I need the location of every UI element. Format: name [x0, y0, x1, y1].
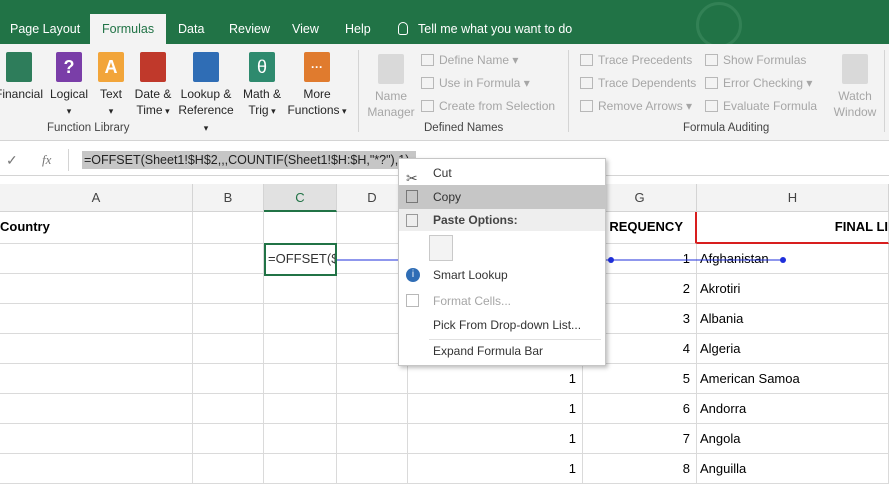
menu-item-expand-formula-bar[interactable]: Expand Formula Bar: [399, 339, 605, 363]
trace-arrow-dot: [780, 257, 786, 263]
menu-item-pick-list[interactable]: Pick From Drop-down List...: [399, 313, 605, 337]
cut-label: Cut: [433, 166, 452, 180]
menu-item-cut[interactable]: ✂ Cut: [399, 161, 605, 186]
trace-arrow-dot: [608, 257, 614, 263]
format-cells-icon: [406, 294, 419, 307]
context-menu: ✂ Cut Copy Paste Options: i Smart Lookup…: [398, 158, 606, 366]
menu-item-copy[interactable]: Copy: [399, 185, 605, 209]
paste-icon: [406, 214, 418, 227]
pick-list-label: Pick From Drop-down List...: [433, 318, 582, 332]
copy-label: Copy: [433, 190, 462, 204]
smart-lookup-label: Smart Lookup: [433, 268, 508, 282]
copy-icon: [406, 190, 418, 203]
paste-options-label: Paste Options:: [433, 213, 518, 227]
info-icon: i: [406, 268, 420, 282]
menu-item-smart-lookup[interactable]: i Smart Lookup: [399, 263, 605, 287]
paste-options-header: Paste Options:: [399, 209, 605, 231]
paste-clipboard-icon[interactable]: [429, 235, 453, 261]
format-cells-label: Format Cells...: [433, 294, 512, 308]
expand-label: Expand Formula Bar: [433, 344, 544, 358]
scissors-icon: ✂: [406, 170, 418, 186]
menu-item-format-cells[interactable]: Format Cells...: [399, 289, 605, 313]
